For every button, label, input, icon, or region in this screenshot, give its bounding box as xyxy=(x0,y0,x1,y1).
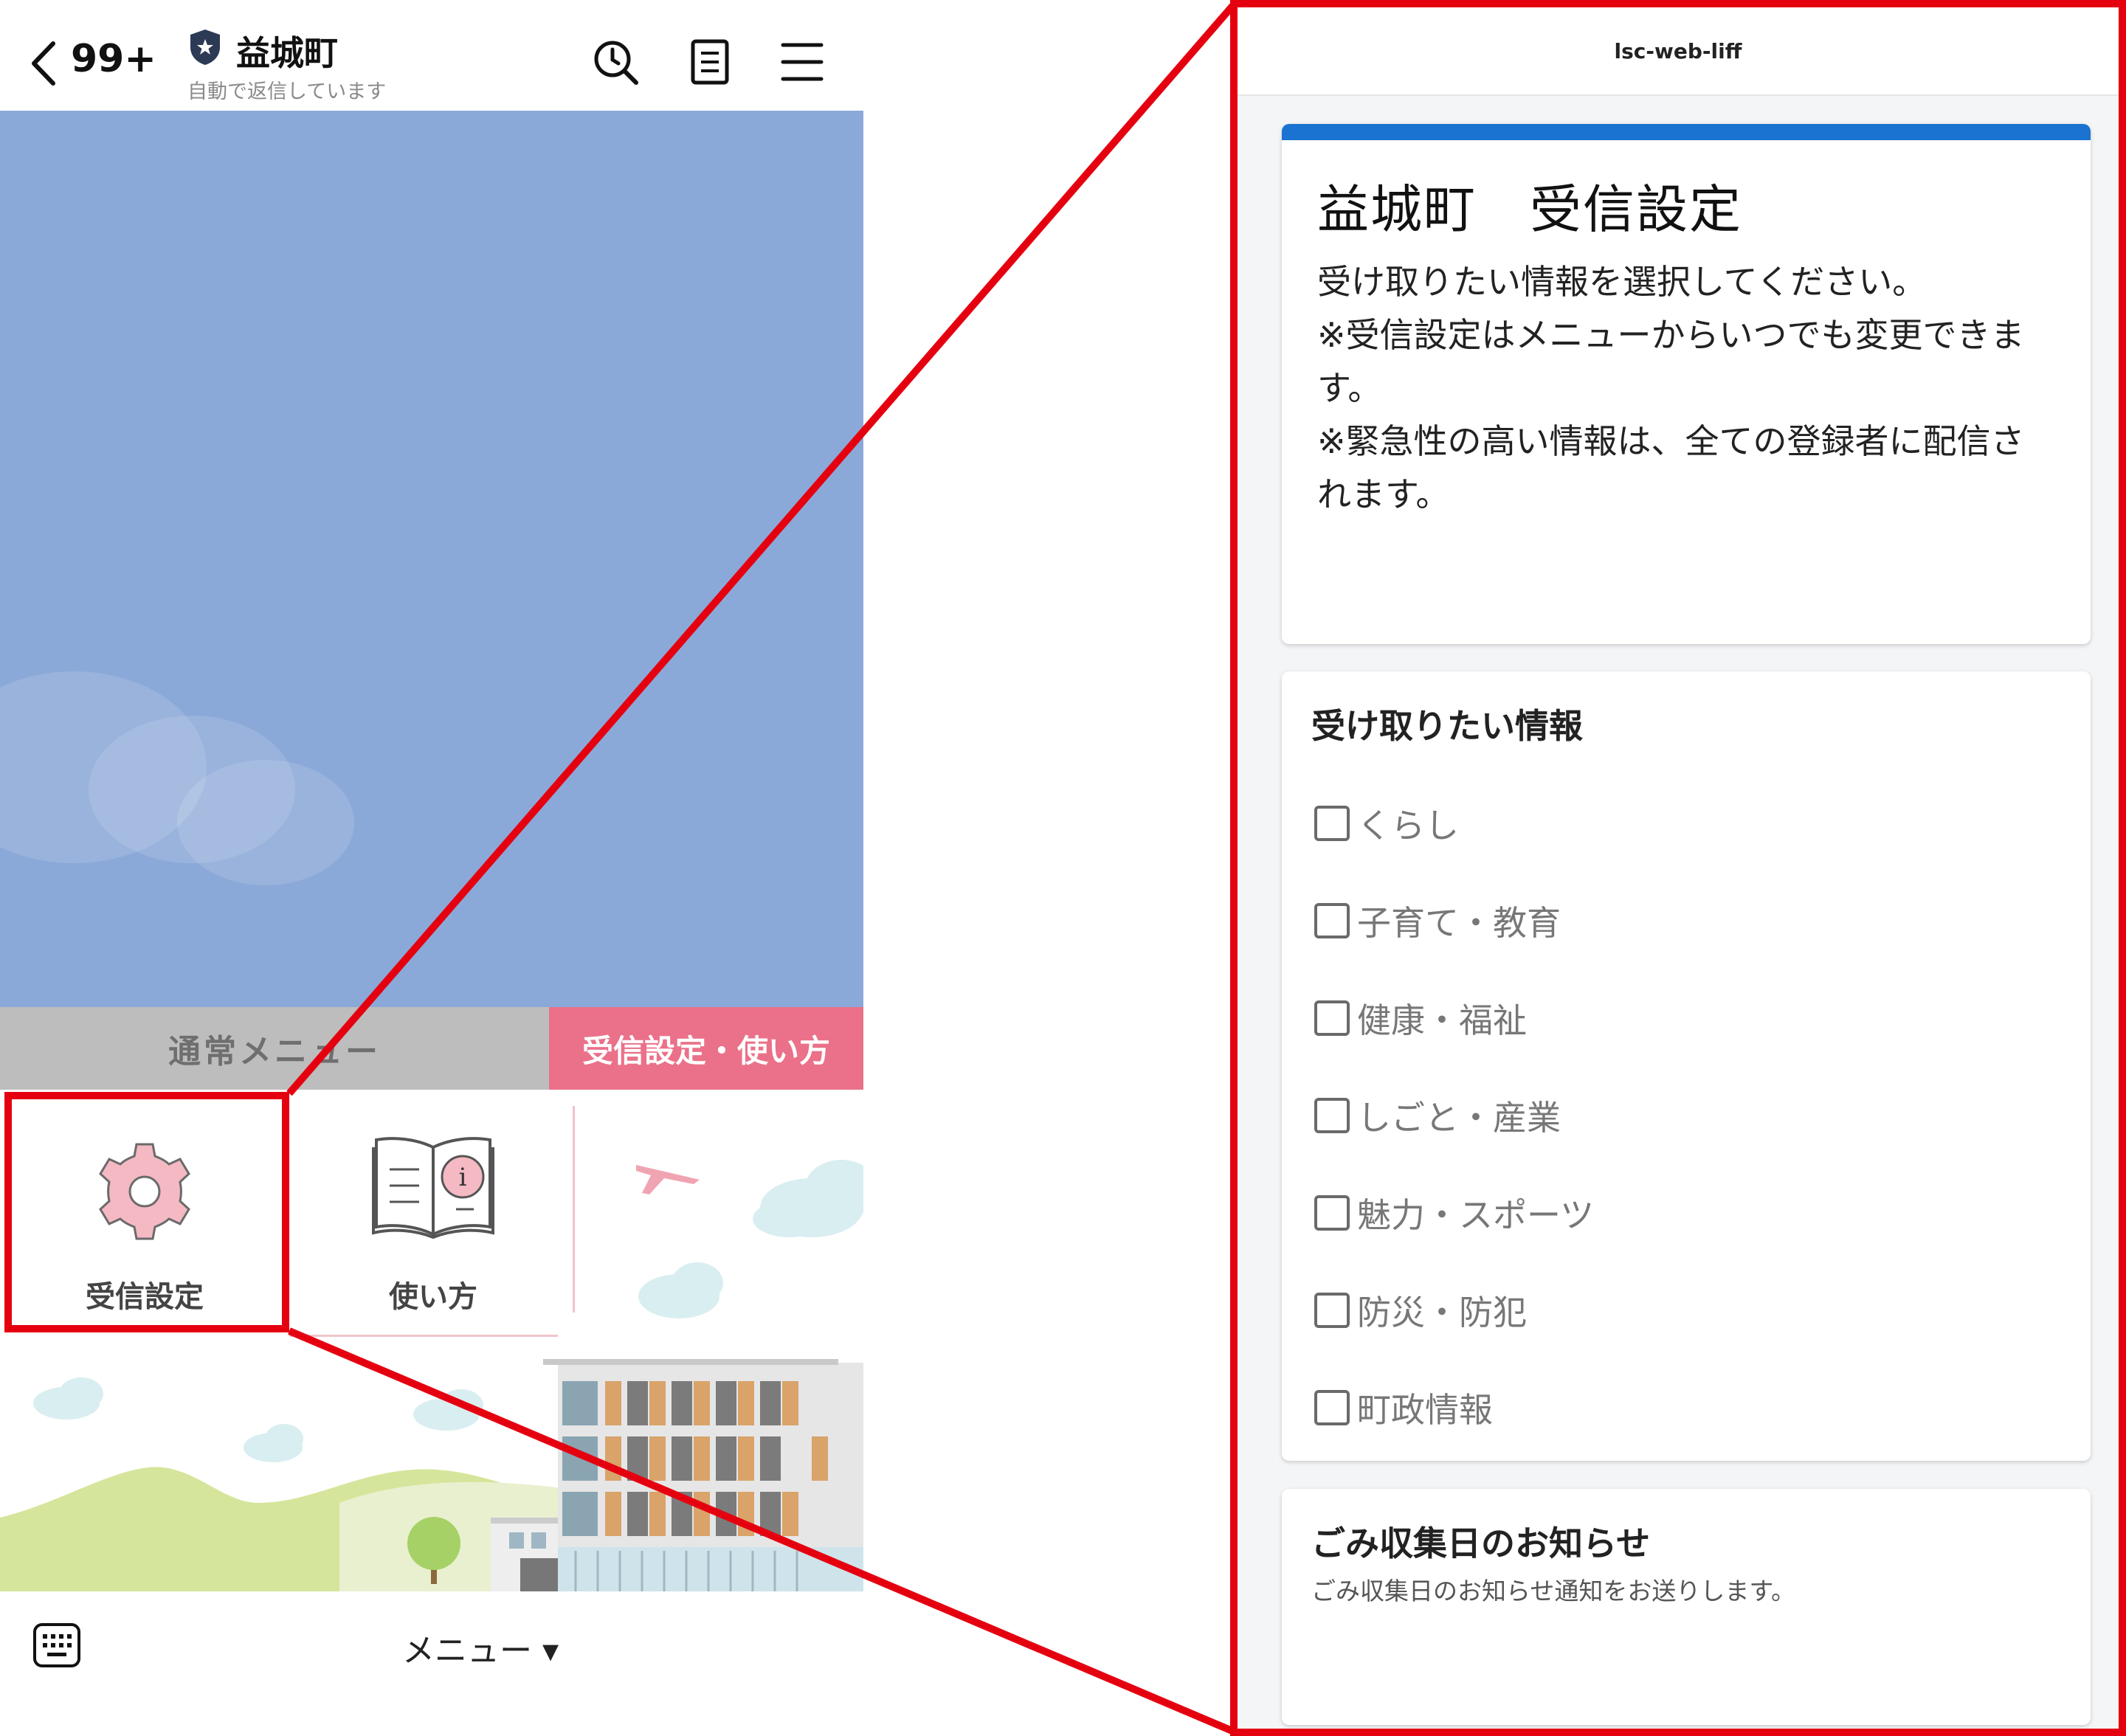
checkbox-box[interactable] xyxy=(1314,1195,1350,1231)
topic-checkbox-childcare-education[interactable]: 子育て・教育 xyxy=(1314,895,1561,947)
intro-text-line: す。 xyxy=(1317,368,1382,408)
liff-zoom-frame: lsc-web-liff 益城町 受信設定 受け取りたい情報を選択してください。… xyxy=(1230,0,2126,1736)
topic-checkbox-attraction-sports[interactable]: 魅力・スポーツ xyxy=(1314,1187,1594,1239)
checkbox-label: 子育て・教育 xyxy=(1357,903,1561,943)
book-info-icon: i xyxy=(372,1137,494,1239)
topic-checkbox-health-welfare[interactable]: 健康・福祉 xyxy=(1314,992,1527,1044)
garbage-notice-card: ごみ収集日のお知らせ ごみ収集日のお知らせ通知をお送りします。 xyxy=(1282,1489,2091,1725)
checkbox-label: 魅力・スポーツ xyxy=(1357,1195,1595,1235)
chat-bottom-bar: メニュー ▾ xyxy=(0,1591,863,1736)
checkbox-label: くらし xyxy=(1357,806,1459,845)
background-cloud xyxy=(177,760,354,885)
highlight-box xyxy=(4,1092,289,1332)
back-chevron-icon[interactable] xyxy=(30,41,59,86)
note-icon[interactable] xyxy=(690,38,730,86)
verified-shield-icon xyxy=(190,30,220,65)
garbage-description: ごみ収集日のお知らせ通知をお送りします。 xyxy=(1311,1577,1796,1605)
unread-count: 99+ xyxy=(71,37,156,81)
checkbox-box[interactable] xyxy=(1314,1390,1350,1425)
search-icon[interactable] xyxy=(590,37,642,89)
chat-message-area[interactable] xyxy=(0,111,863,1007)
checkbox-box[interactable] xyxy=(1314,806,1350,841)
checkbox-box[interactable] xyxy=(1314,1293,1350,1328)
checkbox-box[interactable] xyxy=(1314,1000,1350,1036)
topics-heading: 受け取りたい情報 xyxy=(1311,706,1583,746)
topics-card: 受け取りたい情報 くらし 子育て・教育 健康・福祉 しごと・産業 魅力・スポーツ… xyxy=(1282,671,2091,1461)
liff-app-title: lsc-web-liff xyxy=(1238,7,2119,96)
line-chat-screen: 99+ 益城町 自動で返信しています 通常メニュー 受信設定・使い方 受信設定 … xyxy=(0,0,863,1736)
checkbox-label: 健康・福祉 xyxy=(1357,1000,1527,1040)
tab-normal-menu[interactable]: 通常メニュー xyxy=(0,1007,549,1090)
topic-checkbox-work-industry[interactable]: しごと・産業 xyxy=(1314,1090,1561,1141)
checkbox-box[interactable] xyxy=(1314,903,1350,938)
topic-checkbox-kurashi[interactable]: くらし xyxy=(1314,798,1459,849)
intro-text-line: 受け取りたい情報を選択してください。 xyxy=(1317,262,1927,302)
page-title: 益城町 受信設定 xyxy=(1317,179,1742,240)
checkbox-label: しごと・産業 xyxy=(1357,1098,1561,1138)
svg-text:i: i xyxy=(459,1163,467,1192)
rich-menu-howto-label: 使い方 xyxy=(389,1280,477,1314)
rich-menu-divider xyxy=(573,1106,575,1313)
intro-text-line: ※緊急性の高い情報は、全ての登録者に配信さ xyxy=(1317,421,2025,461)
rich-menu-divider xyxy=(289,1335,558,1337)
hamburger-menu-icon[interactable] xyxy=(781,41,824,83)
intro-accent-bar xyxy=(1282,124,2091,140)
chat-account-name: 益城町 xyxy=(236,33,338,73)
intro-card: 益城町 受信設定 受け取りたい情報を選択してください。 ※受信設定はメニューから… xyxy=(1282,124,2091,644)
chat-header: 99+ 益城町 自動で返信しています xyxy=(0,0,863,111)
garbage-heading: ごみ収集日のお知らせ xyxy=(1311,1524,1651,1563)
chat-status-text: 自動で返信しています xyxy=(187,80,387,103)
intro-text-line: れます。 xyxy=(1317,474,1450,514)
checkbox-label: 町政情報 xyxy=(1357,1390,1493,1430)
intro-text-line: ※受信設定はメニューからいつでも変更できま xyxy=(1317,315,2025,355)
checkbox-label: 防災・防犯 xyxy=(1357,1293,1527,1332)
topic-checkbox-disaster-crime[interactable]: 防災・防犯 xyxy=(1314,1284,1527,1336)
tab-settings-howto[interactable]: 受信設定・使い方 xyxy=(549,1007,863,1090)
checkbox-box[interactable] xyxy=(1314,1098,1350,1133)
topic-checkbox-town-administration[interactable]: 町政情報 xyxy=(1314,1382,1493,1434)
menu-toggle-button[interactable]: メニュー ▾ xyxy=(402,1624,559,1671)
keyboard-icon[interactable] xyxy=(32,1622,81,1668)
rich-menu-howto-button[interactable]: i 使い方 xyxy=(289,1090,577,1335)
